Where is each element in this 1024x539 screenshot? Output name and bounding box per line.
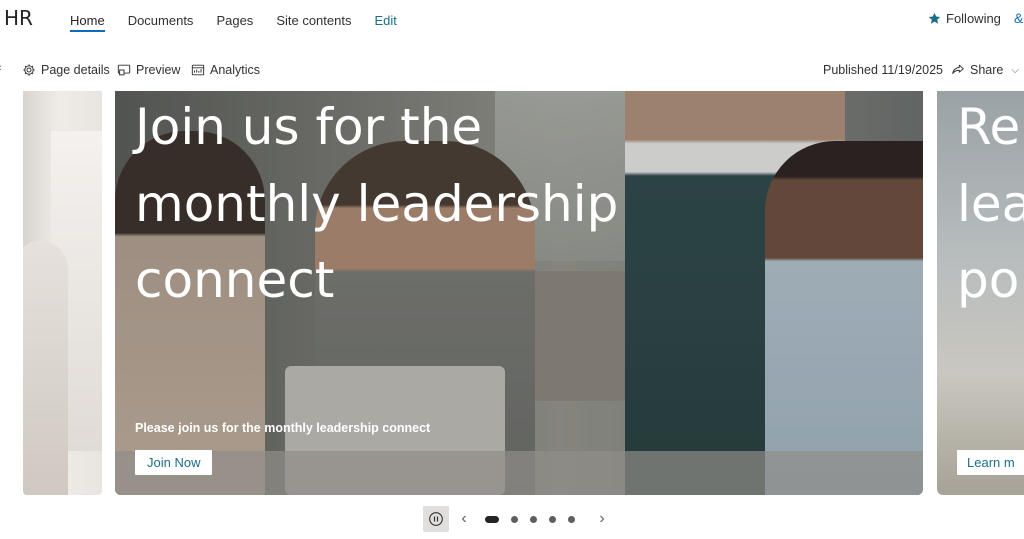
- carousel-slide-previous[interactable]: [23, 91, 102, 495]
- pager-dots: [479, 515, 581, 523]
- carousel-pager: ‹ ›: [423, 506, 611, 532]
- join-now-button[interactable]: Join Now: [135, 450, 213, 475]
- gear-icon: [23, 64, 35, 76]
- page-details-label: Page details: [41, 63, 110, 77]
- nav-documents[interactable]: Documents: [128, 0, 194, 40]
- command-bar: ‹ Page details Preview Analytics Publish…: [0, 58, 1024, 84]
- site-navigation: Home Documents Pages Site contents Edit: [70, 0, 420, 40]
- nav-pages[interactable]: Pages: [216, 0, 253, 40]
- pause-icon: [429, 512, 443, 526]
- analytics-button[interactable]: Analytics: [191, 63, 260, 77]
- carousel-slide-current[interactable]: Join us for the monthly leadership conne…: [115, 91, 923, 495]
- chevron-left-icon[interactable]: ‹: [0, 62, 2, 74]
- slide-headline: Join us for the monthly leadership conne…: [135, 98, 619, 309]
- following-button[interactable]: Following: [928, 11, 1001, 26]
- analytics-label: Analytics: [210, 63, 261, 77]
- preview-label: Preview: [136, 63, 181, 77]
- pager-dot-3[interactable]: [530, 515, 537, 523]
- nav-edit[interactable]: Edit: [374, 0, 396, 40]
- pager-dot-2[interactable]: [511, 515, 518, 523]
- pager-dot-1[interactable]: [485, 515, 499, 523]
- next-slide-arrow[interactable]: ›: [593, 510, 611, 528]
- slide-image-figure: [23, 241, 68, 495]
- preview-button[interactable]: Preview: [117, 63, 180, 77]
- published-date: Published 11/19/2025: [823, 63, 944, 77]
- share-label: Share: [970, 63, 1004, 77]
- carousel-slide-next[interactable]: Re lea po Learn m: [937, 91, 1024, 495]
- previous-slide-arrow[interactable]: ‹: [455, 510, 473, 528]
- pager-dot-5[interactable]: [568, 515, 575, 523]
- nav-site-contents[interactable]: Site contents: [276, 0, 351, 40]
- next-slide-headline: Re lea po: [957, 98, 1024, 309]
- slide-description: Please join us for the monthly leadershi…: [135, 421, 431, 435]
- share-icon: [952, 64, 964, 74]
- page-details-button[interactable]: Page details: [22, 63, 110, 77]
- analytics-icon: [191, 64, 205, 76]
- pager-dot-4[interactable]: [549, 515, 556, 523]
- star-filled-icon: [928, 12, 941, 24]
- pause-button[interactable]: [423, 506, 449, 532]
- following-label: Following: [946, 11, 1001, 26]
- site-header: HR Home Documents Pages Site contents Ed…: [0, 0, 1024, 40]
- share-button[interactable]: Share ⌵: [951, 63, 1019, 77]
- learn-more-button[interactable]: Learn m: [957, 450, 1024, 475]
- preview-icon: [117, 64, 131, 76]
- people-icon[interactable]: &: [1014, 10, 1023, 26]
- chevron-down-icon: ⌵: [1011, 64, 1019, 76]
- hero-carousel: Join us for the monthly leadership conne…: [0, 91, 1024, 497]
- nav-home[interactable]: Home: [70, 0, 105, 40]
- site-title[interactable]: HR: [4, 6, 33, 30]
